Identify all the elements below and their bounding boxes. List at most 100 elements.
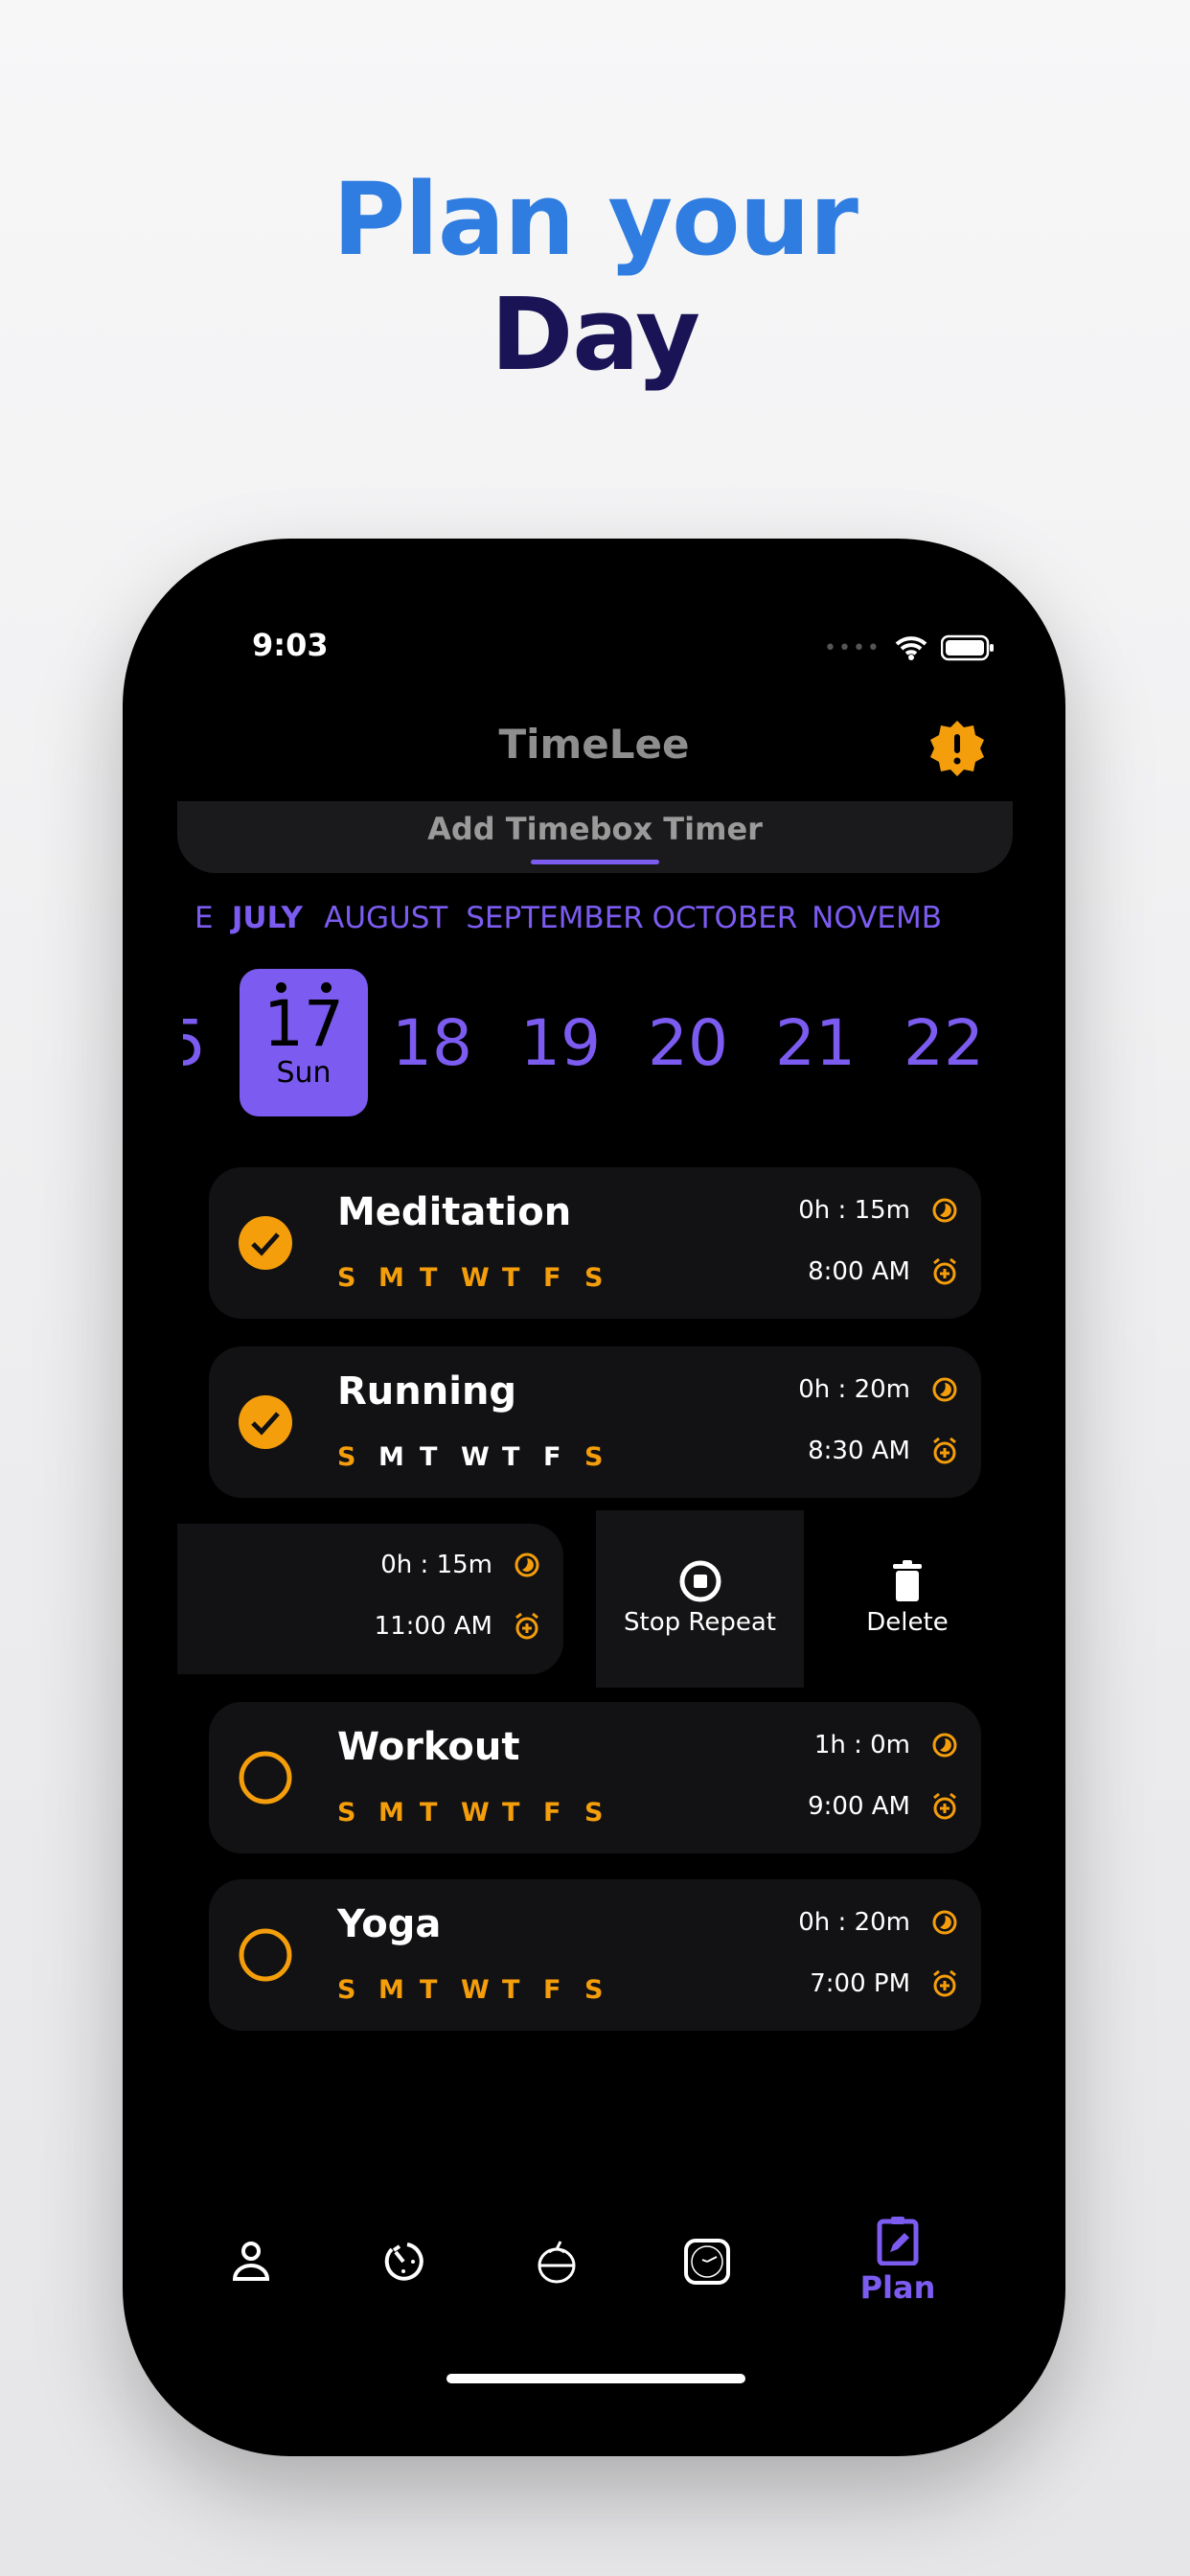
selected-weekday: Sun <box>276 1056 332 1090</box>
nav-clock[interactable] <box>669 2223 745 2300</box>
month-item[interactable]: SEPTEMBER <box>466 901 652 943</box>
profile-icon <box>232 2242 270 2281</box>
status-time: 9:03 <box>252 627 329 663</box>
task-card[interactable]: Meditation S M T W T F S 0h : 15m 8:00 AM <box>209 1167 981 1319</box>
weekday-toggle[interactable]: M <box>378 1442 420 1472</box>
weekday-toggle[interactable]: T <box>502 1975 543 2005</box>
task-time: 8:30 AM <box>808 1437 910 1465</box>
signal-icon: •••• <box>824 635 881 660</box>
weekday-row: SMTWTFS <box>337 1975 626 2005</box>
delete-label: Delete <box>866 1608 949 1637</box>
tab-add-timebox[interactable]: Add Timebox Timer <box>177 801 1013 873</box>
nav-kitchen-timer[interactable] <box>518 2223 595 2300</box>
date-item[interactable]: 5 <box>183 1006 202 1080</box>
weekday-toggle[interactable]: W <box>461 1975 502 2005</box>
task-duration: 0h : 15m <box>798 1196 910 1225</box>
date-item-selected[interactable]: 17 Sun <box>240 969 368 1116</box>
stop-circle-icon <box>679 1560 721 1602</box>
duration-icon <box>515 1552 539 1577</box>
weekday-toggle[interactable]: F <box>543 1263 584 1293</box>
stop-repeat-label: Stop Repeat <box>624 1608 776 1637</box>
checked-circle-icon[interactable] <box>238 1394 293 1454</box>
phone-frame: 9:03 •••• TimeLee Add Timebox Timer E JU… <box>123 539 1065 2456</box>
nav-plan[interactable]: Plan <box>850 2216 946 2306</box>
weekday-toggle[interactable]: T <box>420 1975 461 2005</box>
stop-repeat-button[interactable]: Stop Repeat <box>596 1510 804 1688</box>
task-duration: 0h : 15m <box>380 1551 492 1579</box>
task-name: Yoga <box>337 1902 442 1946</box>
alarm-icon <box>933 1969 956 1997</box>
month-item-selected[interactable]: JULY <box>232 901 324 943</box>
duration-icon <box>932 1733 957 1758</box>
weekday-toggle[interactable]: T <box>502 1798 543 1828</box>
weekday-toggle[interactable]: T <box>420 1798 461 1828</box>
nav-plan-label: Plan <box>859 2269 936 2306</box>
weekday-toggle[interactable]: S <box>584 1263 626 1293</box>
weekday-toggle[interactable]: W <box>461 1263 502 1293</box>
task-time: 8:00 AM <box>808 1257 910 1286</box>
date-item[interactable]: 18 <box>375 1006 490 1080</box>
task-duration: 0h : 20m <box>798 1375 910 1404</box>
tab-indicator <box>531 860 659 864</box>
selected-day: 17 <box>263 987 344 1061</box>
checked-circle-icon[interactable] <box>238 1215 293 1275</box>
month-item[interactable]: NOVEMB <box>812 901 942 943</box>
month-item[interactable]: OCTOBER <box>652 901 812 943</box>
weekday-toggle[interactable]: T <box>420 1442 461 1472</box>
date-item[interactable]: 19 <box>503 1006 618 1080</box>
weekday-row: SMTWTFS <box>337 1442 626 1472</box>
weekday-toggle[interactable]: S <box>337 1442 378 1472</box>
weekday-toggle[interactable]: F <box>543 1975 584 2005</box>
weekday-toggle[interactable]: W <box>461 1442 502 1472</box>
date-item[interactable]: 20 <box>630 1006 745 1080</box>
weekday-toggle[interactable]: T <box>502 1442 543 1472</box>
duration-icon <box>932 1198 957 1223</box>
month-scroller[interactable]: E JULY AUGUST SEPTEMBER OCTOBER NOVEMB <box>195 901 942 943</box>
weekday-toggle[interactable]: M <box>378 1975 420 2005</box>
task-card[interactable]: 0h : 15m 11:00 AM <box>177 1524 563 1674</box>
date-item[interactable]: 22 <box>886 1006 1001 1080</box>
task-time: 11:00 AM <box>374 1612 492 1641</box>
empty-circle-icon[interactable] <box>238 1927 293 1987</box>
weekday-toggle[interactable]: M <box>378 1798 420 1828</box>
weekday-toggle[interactable]: S <box>584 1798 626 1828</box>
month-item[interactable]: E <box>195 901 232 943</box>
status-icons: •••• <box>824 634 995 661</box>
alarm-icon <box>933 1257 956 1285</box>
task-name: Running <box>337 1369 517 1414</box>
date-item[interactable]: 21 <box>758 1006 873 1080</box>
weekday-toggle[interactable]: S <box>584 1442 626 1472</box>
battery-icon <box>940 634 994 661</box>
task-name: Meditation <box>337 1190 572 1234</box>
weekday-toggle[interactable]: S <box>337 1975 378 2005</box>
clock-icon <box>684 2239 730 2285</box>
weekday-toggle[interactable]: S <box>337 1798 378 1828</box>
task-card[interactable]: Yoga S M T W T F S 0h : 20m 7:00 PM <box>209 1879 981 2031</box>
task-time: 9:00 AM <box>808 1792 910 1821</box>
weekday-row: SMTWTFS <box>337 1263 626 1293</box>
task-duration: 1h : 0m <box>813 1731 910 1760</box>
weekday-toggle[interactable]: W <box>461 1798 502 1828</box>
weekday-toggle[interactable]: F <box>543 1798 584 1828</box>
task-card[interactable]: Running S M T W T F S 0h : 20m 8:30 AM <box>209 1346 981 1498</box>
task-card[interactable]: Workout S M T W T F S 1h : 0m 9:00 AM <box>209 1702 981 1853</box>
weekday-toggle[interactable]: M <box>378 1263 420 1293</box>
weekday-toggle[interactable]: T <box>420 1263 461 1293</box>
alarm-icon <box>933 1437 956 1464</box>
weekday-toggle[interactable]: S <box>337 1263 378 1293</box>
nav-profile[interactable] <box>213 2223 289 2300</box>
task-time: 7:00 PM <box>810 1969 910 1998</box>
nav-timer[interactable] <box>365 2223 442 2300</box>
plan-icon <box>877 2217 919 2266</box>
delete-button[interactable]: Delete <box>832 1510 983 1688</box>
empty-circle-icon[interactable] <box>238 1750 293 1809</box>
weekday-toggle[interactable]: F <box>543 1442 584 1472</box>
weekday-toggle[interactable]: T <box>502 1263 543 1293</box>
task-name: Workout <box>337 1725 520 1769</box>
month-item[interactable]: AUGUST <box>324 901 466 943</box>
alert-badge-icon[interactable] <box>927 719 987 778</box>
weekday-toggle[interactable]: S <box>584 1975 626 2005</box>
alarm-icon <box>933 1792 956 1820</box>
duration-icon <box>932 1377 957 1402</box>
tab-label: Add Timebox Timer <box>427 811 763 847</box>
